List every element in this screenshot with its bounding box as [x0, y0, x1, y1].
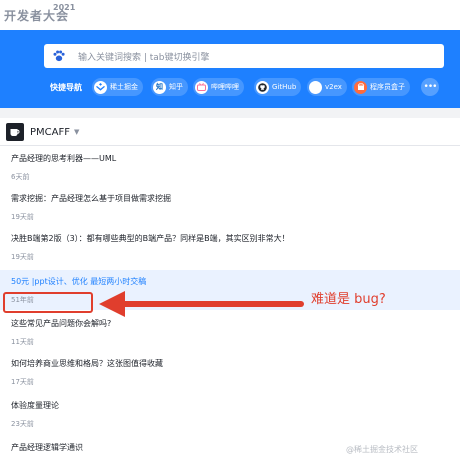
search-input[interactable]: 输入关键词搜索 | tab键切换引擎 [44, 44, 444, 68]
feed-item[interactable]: 需求挖掘：产品经理怎么基于项目做需求挖掘 19天前 [0, 187, 460, 227]
quick-nav: 快捷导航 稀土掘金 知 知乎 哔哩哔哩 GitHub v2ex 程序员盒子 ••… [0, 76, 460, 100]
more-dots-icon[interactable]: ••• [421, 78, 439, 96]
zhihu-icon: 知 [153, 80, 166, 94]
caret-down-icon: ▼ [74, 128, 80, 136]
top-bar: 开发者大会 2021 [0, 0, 460, 30]
annotation-note: 难道是 bug? [311, 292, 386, 307]
section-gap [0, 108, 460, 118]
feed-item[interactable]: 产品经理的思考利器——UML 6天前 [0, 147, 460, 187]
quick-nav-zhihu[interactable]: 知 知乎 [151, 78, 188, 96]
annotation-arrow-icon [99, 291, 304, 317]
feed-item-title[interactable]: 决胜B端第2版（3）：都有哪些典型的B端产品？同样是B端，其实区别非常大！ [11, 233, 290, 244]
feed-item-time: 17天前 [11, 378, 34, 386]
highlight-box [3, 292, 93, 313]
quick-nav-programmer-box[interactable]: 程序员盒子 [352, 78, 410, 96]
quick-nav-title: 快捷导航 [50, 83, 82, 92]
feed-item-title[interactable]: 产品经理的思考利器——UML [11, 153, 116, 164]
v2ex-icon [309, 80, 322, 94]
feed-item-title[interactable]: 体验度量理论 [11, 400, 59, 411]
feed-item-time: 19天前 [11, 253, 34, 261]
pmcaff-logo-icon [6, 123, 24, 141]
divider [0, 145, 460, 146]
feed-item-time: 23天前 [11, 420, 34, 428]
feed-item[interactable]: 如何培养商业思维和格局？这张图值得收藏 17天前 [0, 352, 460, 392]
quick-nav-v2ex[interactable]: v2ex [307, 78, 347, 96]
feed-item-title[interactable]: 产品经理逻辑学通识 [11, 442, 83, 453]
search-panel: 输入关键词搜索 | tab键切换引擎 快捷导航 稀土掘金 知 知乎 哔哩哔哩 G… [0, 30, 460, 108]
box-icon [354, 80, 367, 94]
feed-item-time: 6天前 [11, 173, 30, 181]
quick-nav-github[interactable]: GitHub [254, 78, 302, 96]
watermark: @稀土掘金技术社区 [346, 445, 418, 454]
feed-item-time: 11天前 [11, 338, 34, 346]
quick-nav-juejin[interactable]: 稀土掘金 [92, 78, 143, 96]
feed-source-selector[interactable]: PMCAFF ▼ [6, 123, 79, 141]
juejin-icon [94, 80, 107, 94]
search-placeholder: 输入关键词搜索 | tab键切换引擎 [78, 53, 210, 63]
feed-item[interactable]: 决胜B端第2版（3）：都有哪些典型的B端产品？同样是B端，其实区别非常大！ 19… [0, 227, 460, 267]
feed-item-title[interactable]: 这些常见产品问题你会解吗? [11, 318, 111, 329]
conference-year: 2021 [53, 3, 76, 12]
bilibili-icon [195, 80, 208, 94]
quick-nav-bilibili[interactable]: 哔哩哔哩 [193, 78, 244, 96]
feed-item-title[interactable]: 需求挖掘：产品经理怎么基于项目做需求挖掘 [11, 193, 171, 204]
github-icon [256, 80, 269, 94]
feed-source-title: PMCAFF [30, 126, 70, 138]
paw-icon[interactable] [52, 49, 66, 63]
feed-item[interactable]: 体验度量理论 23天前 [0, 394, 460, 434]
feed-item-time: 19天前 [11, 213, 34, 221]
feed-item-title[interactable]: 如何培养商业思维和格局？这张图值得收藏 [11, 358, 163, 369]
